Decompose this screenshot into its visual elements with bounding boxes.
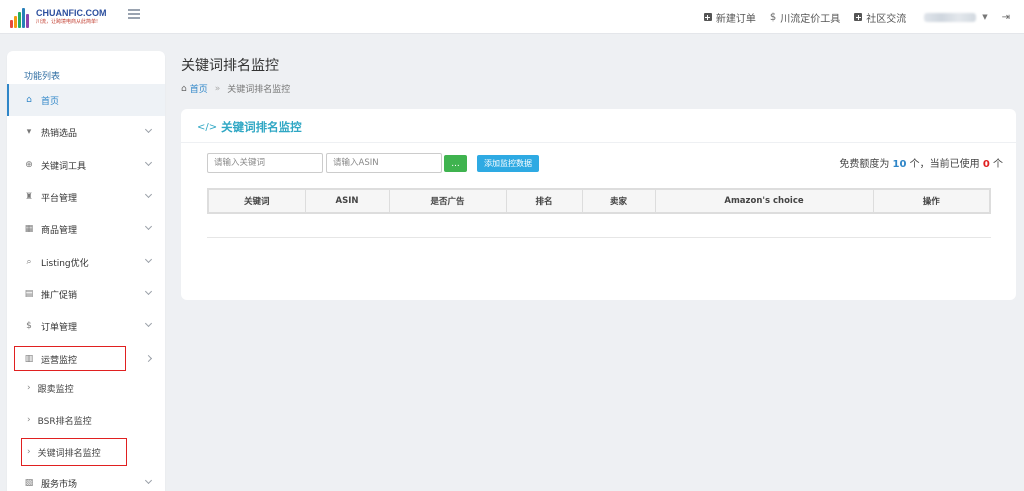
logout-icon[interactable]: ⇥ xyxy=(1002,12,1010,23)
sidebar-item-service-market[interactable]: ▧ 服务市场 xyxy=(7,467,165,491)
plus-square-icon xyxy=(703,13,712,21)
menu-toggle-icon[interactable] xyxy=(128,9,140,19)
search-icon: ⌕ xyxy=(26,257,32,267)
dollar-icon: $ xyxy=(769,11,777,23)
quota-suffix: 个 xyxy=(993,159,1003,170)
caret-down-icon[interactable]: ▼ xyxy=(982,13,987,21)
submenu-item-follow-sell[interactable]: › 跟卖监控 xyxy=(7,372,165,404)
sidebar-item-label: 首页 xyxy=(41,96,60,107)
panel-divider xyxy=(181,142,1016,143)
col-seller[interactable]: 卖家 xyxy=(582,190,656,212)
submenu-item-label: 跟卖监控 xyxy=(37,384,74,395)
highlight-box-operations xyxy=(14,346,126,371)
sidebar-item-keyword-tools[interactable]: ⊕ 关键词工具 xyxy=(7,149,165,181)
breadcrumb-current: 关键词排名监控 xyxy=(227,85,291,95)
sidebar-item-products[interactable]: ▦ 商品管理 xyxy=(7,213,165,245)
panel-title: </> 关键词排名监控 xyxy=(197,119,302,135)
chevron-down-icon xyxy=(144,222,153,231)
sidebar-item-home[interactable]: ⌂ 首页 xyxy=(7,84,165,116)
user-name-blurred[interactable] xyxy=(924,12,977,22)
home-icon: ⌂ xyxy=(181,83,187,94)
col-amazons-choice[interactable]: Amazon's choice xyxy=(655,190,874,212)
sidebar-item-label: 推广促销 xyxy=(41,290,78,301)
binoculars-icon: ♜ xyxy=(24,192,34,202)
chevron-down-icon xyxy=(144,125,153,134)
top-nav: 新建订单 $ 川流定价工具 社区交流 ▼ ⇥ xyxy=(690,0,1010,34)
breadcrumb-home[interactable]: ⌂ 首页 xyxy=(181,82,208,96)
chevron-down-icon xyxy=(144,190,153,199)
sidebar-item-label: 热销选品 xyxy=(41,128,78,139)
panel-title-text: 关键词排名监控 xyxy=(221,120,302,134)
chevron-down-icon xyxy=(144,287,153,296)
briefcase-icon: ▤ xyxy=(24,289,34,299)
top-header: CHUANFIC.COM 川流，让跨境电商从此简单! 新建订单 $ 川流定价工具… xyxy=(0,0,1024,34)
sidebar-item-hot-products[interactable]: ▾ 热销选品 xyxy=(7,116,165,148)
monitor-table: 关键词 ASIN 是否广告 排名 卖家 Amazon's choice 操作 xyxy=(207,188,991,214)
logo-bars-icon xyxy=(10,6,32,28)
col-keyword[interactable]: 关键词 xyxy=(209,190,306,212)
col-actions[interactable]: 操作 xyxy=(873,190,989,212)
sidebar-title: 功能列表 xyxy=(24,72,61,82)
cart-icon: ▾ xyxy=(26,127,32,137)
sidebar-item-label: 订单管理 xyxy=(41,322,78,333)
nav-label: 川流定价工具 xyxy=(780,13,841,25)
sidebar-item-label: 平台管理 xyxy=(41,193,78,204)
submenu-item-label: BSR排名监控 xyxy=(37,416,92,427)
plus-square-icon xyxy=(854,13,863,21)
nav-new-order[interactable]: 新建订单 xyxy=(703,10,756,25)
sidebar-item-platform[interactable]: ♜ 平台管理 xyxy=(7,181,165,213)
highlight-box-keyword-rank xyxy=(21,438,127,466)
page-title: 关键词排名监控 xyxy=(181,58,279,74)
dollar-icon: $ xyxy=(26,321,32,331)
nav-label: 社区交流 xyxy=(866,13,907,25)
sidebar-item-orders[interactable]: $ 订单管理 xyxy=(7,310,165,342)
keyword-input[interactable] xyxy=(207,153,323,173)
search-plus-icon: ⊕ xyxy=(25,160,33,170)
nav-label: 新建订单 xyxy=(715,13,756,25)
breadcrumb-separator: » xyxy=(214,83,221,94)
sidebar-item-promotion[interactable]: ▤ 推广促销 xyxy=(7,278,165,310)
table-header-row: 关键词 ASIN 是否广告 排名 卖家 Amazon's choice 操作 xyxy=(209,190,989,212)
col-rank[interactable]: 排名 xyxy=(506,190,583,212)
nav-community[interactable]: 社区交流 xyxy=(854,10,906,25)
grid-icon: ▦ xyxy=(24,224,34,234)
quota-info: 免费额度为 10 个，当前已使用 0 个 xyxy=(839,155,1003,170)
logo[interactable]: CHUANFIC.COM 川流，让跨境电商从此简单! xyxy=(10,6,107,28)
add-monitor-button[interactable]: 添加监控数据 xyxy=(477,155,539,172)
sidebar-item-listing[interactable]: ⌕ Listing优化 xyxy=(7,246,165,278)
sidebar-item-label: 关键词工具 xyxy=(41,161,87,172)
breadcrumb-home-label: 首页 xyxy=(189,85,208,95)
quota-prefix: 免费额度为 xyxy=(839,159,890,170)
quota-limit: 10 xyxy=(892,159,907,170)
keyword-rank-panel: </> 关键词排名监控 ... 添加监控数据 免费额度为 10 个，当前已使用 … xyxy=(181,109,1016,300)
chevron-right-icon xyxy=(144,354,153,363)
chevron-right-icon: › xyxy=(27,383,31,393)
sidebar: 功能列表 ⌂ 首页 ▾ 热销选品 ⊕ 关键词工具 ♜ 平台管理 ▦ 商品管理 ⌕… xyxy=(7,51,165,491)
code-icon: </> xyxy=(197,121,218,133)
submenu-item-bsr[interactable]: › BSR排名监控 xyxy=(7,404,165,436)
chevron-right-icon: › xyxy=(27,415,31,425)
sidebar-item-label: 商品管理 xyxy=(41,225,78,236)
logo-slogan: 川流，让跨境电商从此简单! xyxy=(36,19,99,25)
chevron-down-icon xyxy=(144,476,153,485)
quota-middle: 个，当前已使用 xyxy=(909,159,980,170)
map-icon: ▧ xyxy=(24,478,34,488)
nav-pricing-tool[interactable]: $ 川流定价工具 xyxy=(770,10,840,25)
sidebar-item-label: Listing优化 xyxy=(41,258,89,269)
col-is-ad[interactable]: 是否广告 xyxy=(389,190,507,212)
quota-used: 0 xyxy=(982,159,990,170)
chevron-down-icon xyxy=(144,319,153,328)
breadcrumb: ⌂ 首页 » 关键词排名监控 xyxy=(181,82,291,96)
logo-name: CHUANFIC.COM xyxy=(36,8,107,18)
asin-input[interactable] xyxy=(326,153,442,173)
chevron-down-icon xyxy=(144,255,153,264)
home-icon: ⌂ xyxy=(26,95,32,105)
more-button[interactable]: ... xyxy=(444,155,467,172)
table-empty-divider xyxy=(207,237,991,238)
col-asin[interactable]: ASIN xyxy=(305,190,390,212)
sidebar-item-label: 服务市场 xyxy=(41,479,78,490)
chevron-down-icon xyxy=(144,158,153,167)
